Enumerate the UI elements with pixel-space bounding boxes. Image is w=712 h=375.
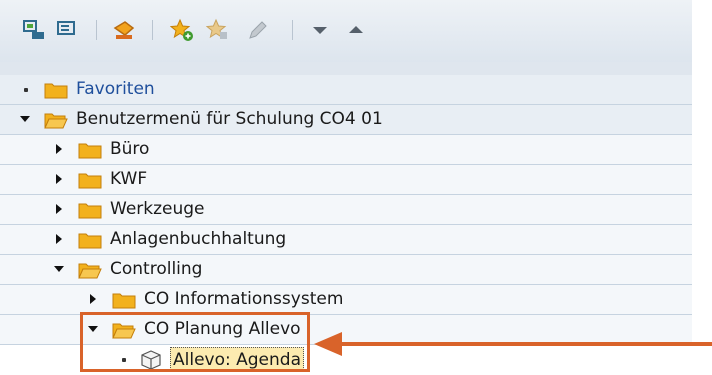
collapsed-arrow-icon[interactable] [56,204,62,214]
toolbar-separator [96,20,97,40]
move-down-icon[interactable] [308,18,332,42]
tree-node-label: Controlling [110,259,203,279]
expanded-arrow-icon[interactable] [20,116,30,122]
tree-node-co-informationssystem[interactable]: CO Informationssystem [0,285,692,315]
expanded-arrow-icon[interactable] [54,266,64,272]
toolbar-separator [292,20,293,40]
tree-node-label: CO Informationssystem [144,289,344,309]
tree-node-favorites[interactable]: Favoriten [0,75,692,105]
delete-favorite-icon[interactable] [112,18,136,42]
toolbar [0,0,692,62]
collapsed-arrow-icon[interactable] [56,234,62,244]
tree-node-label: Werkzeuge [110,199,205,219]
move-up-icon[interactable] [344,18,368,42]
leaf-bullet-icon [24,88,28,92]
highlight-box [80,312,310,372]
tree-node-controlling[interactable]: Controlling [0,255,692,285]
folder-icon [78,143,102,159]
callout-arrow-icon [314,332,712,356]
collapsed-arrow-icon[interactable] [90,294,96,304]
tree-node-label: Benutzermenü für Schulung CO4 01 [76,109,383,129]
tree-node-kwf[interactable]: KWF [0,165,692,195]
folder-icon [44,83,68,99]
folder-icon [78,203,102,219]
folder-icon [78,173,102,189]
open-folder-icon [78,263,102,279]
edit-favorite-icon[interactable] [206,18,230,42]
tree-node-werkzeuge[interactable]: Werkzeuge [0,195,692,225]
tree-node-anlagenbuchhaltung[interactable]: Anlagenbuchhaltung [0,225,692,255]
folder-icon [78,233,102,249]
open-folder-icon [44,113,68,129]
collapsed-arrow-icon[interactable] [56,174,62,184]
user-menu-icon[interactable] [56,18,80,42]
edit-pencil-icon[interactable] [246,18,270,42]
toolbar-separator [152,20,153,40]
tree-node-label: Büro [110,139,150,159]
tree-node-user-menu[interactable]: Benutzermenü für Schulung CO4 01 [0,105,692,135]
collapsed-arrow-icon[interactable] [56,144,62,154]
sap-menu-icon[interactable] [22,18,46,42]
folder-icon [112,293,136,309]
tree-node-label: Favoriten [76,79,155,99]
add-favorite-icon[interactable] [170,18,194,42]
tree-node-label: Anlagenbuchhaltung [110,229,287,249]
tree-node-label: KWF [110,169,148,189]
tree-node-buero[interactable]: Büro [0,135,692,165]
